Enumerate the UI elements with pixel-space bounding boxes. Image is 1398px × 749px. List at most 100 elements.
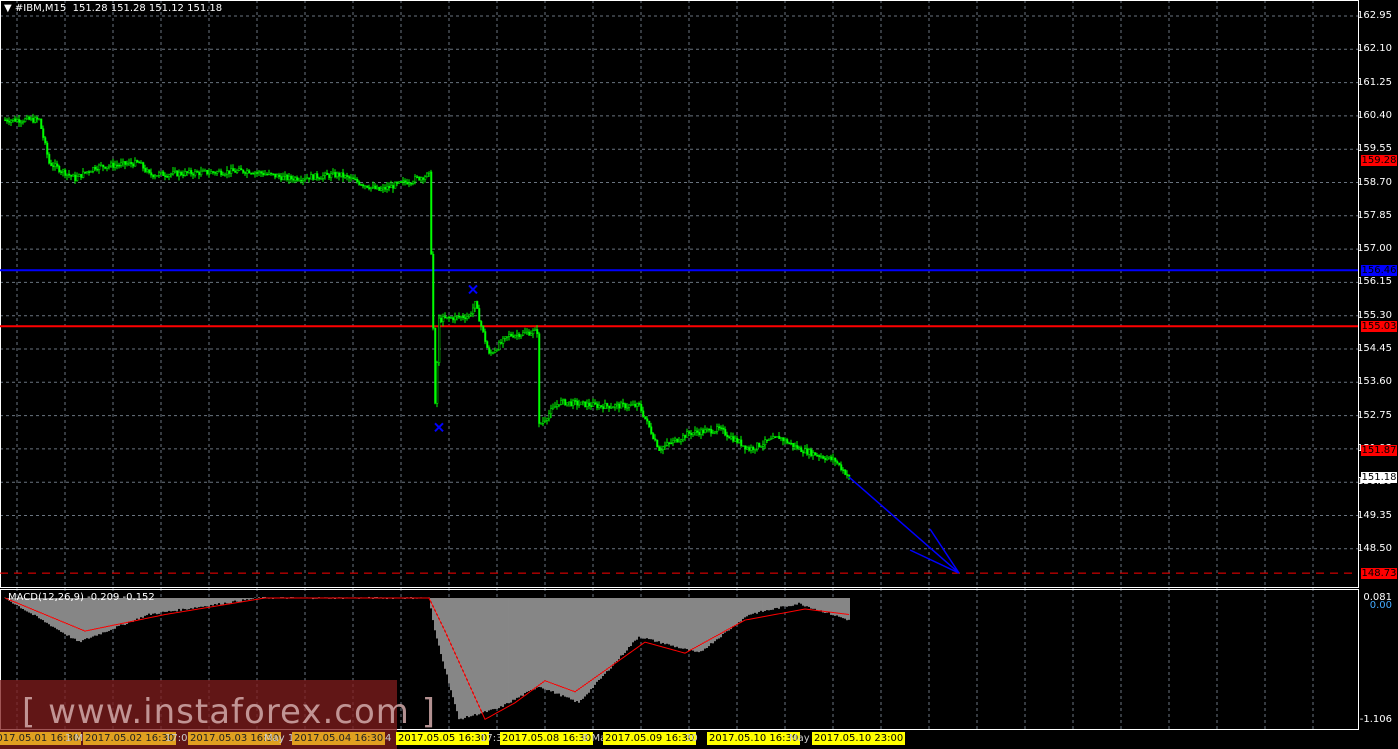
candle-body xyxy=(488,347,491,354)
candle-body xyxy=(606,403,609,407)
candle-body xyxy=(788,442,791,445)
candle-body xyxy=(134,160,137,167)
candle-body xyxy=(350,177,353,180)
candle-body xyxy=(548,413,551,420)
candle-body xyxy=(264,173,267,176)
candle-body xyxy=(88,171,91,173)
candle-body xyxy=(772,436,775,439)
candle-body xyxy=(448,316,451,319)
candle-body xyxy=(294,177,297,181)
candle-body xyxy=(164,175,167,177)
candle-body xyxy=(334,172,337,178)
candle-body xyxy=(762,444,765,447)
candle-body xyxy=(692,432,695,436)
candle-body xyxy=(302,178,305,181)
candle-body xyxy=(668,442,671,445)
candle-body xyxy=(628,404,631,408)
candle-body xyxy=(738,439,741,443)
candle-body xyxy=(84,171,87,174)
candle-body xyxy=(614,404,617,408)
price-tick: 158.70 xyxy=(1357,176,1392,188)
candle-body xyxy=(812,452,815,456)
price-tick: 152.75 xyxy=(1357,409,1392,421)
candle-body xyxy=(568,401,571,403)
candle-body xyxy=(456,315,459,318)
candle-body xyxy=(452,317,455,321)
candle-body xyxy=(662,446,665,450)
candle-body xyxy=(808,449,811,455)
candle-body xyxy=(530,333,533,336)
candle-body xyxy=(810,449,813,456)
candle-body xyxy=(622,402,625,405)
candle-body xyxy=(434,328,437,404)
candle-body xyxy=(6,119,9,122)
candle-body xyxy=(758,442,761,448)
candle-body xyxy=(378,186,381,191)
candle-body xyxy=(76,176,79,181)
candle-body xyxy=(674,438,677,441)
candle-body xyxy=(382,187,385,190)
candle-body xyxy=(50,162,53,166)
candle-body xyxy=(200,170,203,176)
candle-body xyxy=(484,331,487,342)
candle-body xyxy=(636,403,639,407)
candle-body xyxy=(98,164,101,170)
candle-body xyxy=(170,173,173,176)
candle-body xyxy=(8,121,11,123)
price-chart[interactable] xyxy=(0,0,1398,749)
candle-body xyxy=(322,175,325,179)
candle-body xyxy=(356,178,359,183)
candle-body xyxy=(726,434,729,438)
candle-body xyxy=(734,437,737,442)
candle-body xyxy=(26,116,29,120)
candle-body xyxy=(366,185,369,188)
candle-body xyxy=(646,418,649,422)
candle-body xyxy=(172,171,175,175)
candle-body xyxy=(828,456,831,459)
candle-body xyxy=(14,118,17,122)
candle-body xyxy=(348,176,351,179)
candle-body xyxy=(732,436,735,442)
candle-body xyxy=(210,171,213,174)
candle-body xyxy=(326,172,329,175)
candle-body xyxy=(198,171,201,176)
candle-body xyxy=(846,474,849,476)
time-label: 4 xyxy=(385,733,392,744)
candle-body xyxy=(418,176,421,181)
candle-body xyxy=(54,163,57,167)
candle-body xyxy=(190,170,193,175)
candle-body xyxy=(838,462,841,465)
candle-body xyxy=(608,405,611,409)
candle-body xyxy=(374,185,377,190)
candle-body xyxy=(280,176,283,181)
candle-body xyxy=(644,416,647,420)
candle-body xyxy=(308,177,311,180)
candle-body xyxy=(540,423,543,425)
price-tick: 161.25 xyxy=(1357,76,1392,88)
candle-body xyxy=(750,447,753,451)
candle-body xyxy=(704,429,707,434)
candle-body xyxy=(660,449,663,451)
candle-body xyxy=(844,469,847,475)
candle-body xyxy=(226,170,229,175)
candle-body xyxy=(102,164,105,168)
candle-body xyxy=(538,333,541,424)
candle-body xyxy=(398,181,401,184)
forecast-arrow xyxy=(848,476,960,574)
candle-body xyxy=(124,161,127,165)
candle-body xyxy=(296,177,299,181)
candle-body xyxy=(214,172,217,174)
candle-body xyxy=(340,172,343,177)
candle-body xyxy=(590,405,593,407)
candle-body xyxy=(716,426,719,432)
candle-body xyxy=(90,171,93,173)
candle-body xyxy=(32,117,35,123)
candle-body xyxy=(680,439,683,442)
candle-body xyxy=(140,162,143,164)
candle-body xyxy=(578,404,581,406)
candle-body xyxy=(166,175,169,178)
candle-body xyxy=(292,178,295,181)
candle-body xyxy=(108,165,111,168)
candle-body xyxy=(156,175,159,177)
candle-body xyxy=(596,403,599,408)
